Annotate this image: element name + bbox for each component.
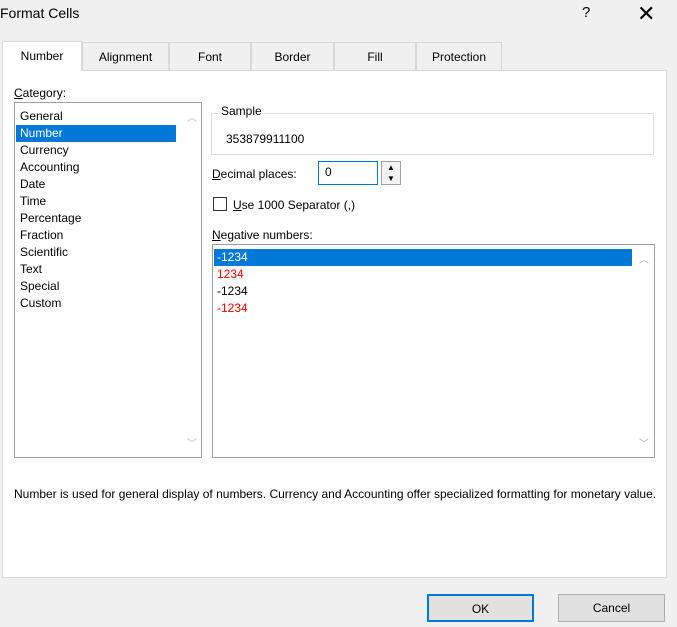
scroll-up-icon[interactable]: ︿: [637, 251, 651, 266]
category-label: Category:: [14, 86, 66, 100]
decimal-places-input[interactable]: 0: [318, 161, 378, 185]
category-item-currency[interactable]: Currency: [16, 142, 176, 159]
separator-mnemonic: U: [233, 198, 242, 212]
scroll-down-icon[interactable]: ﹀: [637, 435, 651, 450]
category-item-general[interactable]: General: [16, 108, 176, 125]
sample-value: 353879911100: [226, 132, 305, 146]
negative-item[interactable]: -1234: [214, 249, 632, 266]
category-item-special[interactable]: Special: [16, 278, 176, 295]
category-listbox[interactable]: General Number Currency Accounting Date …: [14, 102, 202, 458]
category-item-fraction[interactable]: Fraction: [16, 227, 176, 244]
negative-item[interactable]: -1234: [214, 300, 632, 317]
decimal-places-label: Decimal places:: [212, 167, 297, 181]
tab-number[interactable]: Number: [2, 41, 82, 71]
category-label-text: ategory:: [22, 86, 67, 100]
negative-numbers-listbox[interactable]: -1234 1234 -1234 -1234 ︿ ﹀: [212, 244, 655, 458]
category-item-time[interactable]: Time: [16, 193, 176, 210]
use-1000-separator-checkbox[interactable]: [213, 197, 227, 211]
category-item-number[interactable]: Number: [16, 125, 176, 142]
tab-border[interactable]: Border: [251, 42, 334, 70]
ok-button[interactable]: OK: [427, 594, 534, 622]
category-item-custom[interactable]: Custom: [16, 295, 176, 312]
scroll-up-icon[interactable]: ︿: [185, 109, 199, 124]
use-1000-separator-label[interactable]: Use 1000 Separator (,): [233, 198, 355, 212]
sample-legend: Sample: [218, 104, 265, 118]
category-item-accounting[interactable]: Accounting: [16, 159, 176, 176]
tab-fill[interactable]: Fill: [334, 42, 416, 70]
format-description: Number is used for general display of nu…: [14, 487, 657, 501]
dialog-title: Format Cells: [0, 5, 80, 21]
scroll-down-icon[interactable]: ﹀: [185, 435, 199, 450]
close-icon[interactable]: ✕: [637, 0, 655, 28]
category-label-mnemonic: C: [14, 86, 23, 100]
tab-protection[interactable]: Protection: [416, 42, 502, 70]
help-icon[interactable]: ?: [582, 3, 590, 23]
tab-font[interactable]: Font: [169, 42, 251, 70]
separator-label-text: se 1000 Separator (,): [241, 198, 356, 212]
cancel-button[interactable]: Cancel: [558, 594, 665, 622]
negative-numbers-label: Negative numbers:: [212, 228, 313, 242]
spin-down-icon[interactable]: ▼: [382, 173, 400, 184]
category-item-date[interactable]: Date: [16, 176, 176, 193]
tab-alignment[interactable]: Alignment: [82, 42, 169, 70]
category-item-scientific[interactable]: Scientific: [16, 244, 176, 261]
decimal-places-mnemonic: D: [212, 167, 221, 181]
negative-item[interactable]: -1234: [214, 283, 632, 300]
negative-numbers-mnemonic: N: [212, 228, 221, 242]
category-item-percentage[interactable]: Percentage: [16, 210, 176, 227]
category-item-text[interactable]: Text: [16, 261, 176, 278]
negative-numbers-label-text: egative numbers:: [220, 228, 313, 242]
decimal-places-spinner[interactable]: ▲ ▼: [381, 161, 401, 185]
spin-up-icon[interactable]: ▲: [382, 162, 400, 173]
decimal-places-label-text: ecimal places:: [220, 167, 297, 181]
negative-item[interactable]: 1234: [214, 266, 632, 283]
